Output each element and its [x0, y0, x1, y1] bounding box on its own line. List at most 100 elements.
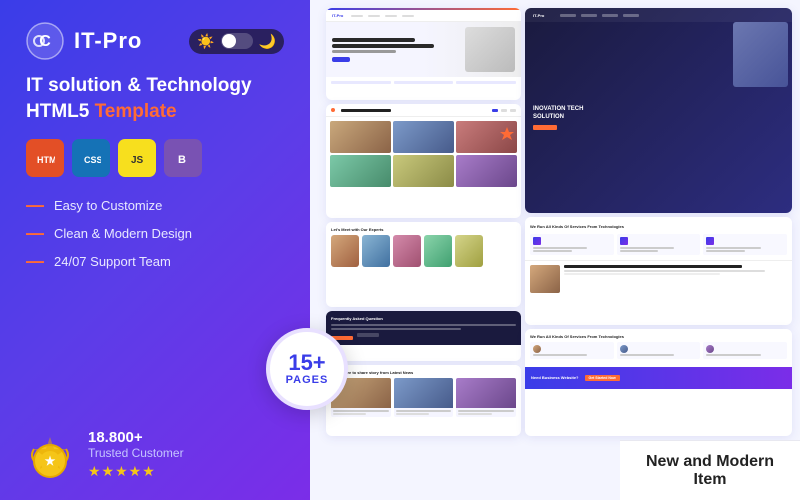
- svg-text:★: ★: [45, 454, 56, 468]
- bootstrap-badge: B: [164, 139, 202, 177]
- photos-grid: [326, 117, 521, 191]
- faq-section: Frequently Asked Question: [326, 311, 521, 345]
- headline-line2: HTML5 Template: [26, 101, 284, 123]
- previews-area: IT-Pro: [310, 0, 800, 440]
- service-sublabel-1: [533, 250, 572, 252]
- service-icon-1: [533, 237, 541, 245]
- section-title: [341, 109, 391, 112]
- service-icon-2: [620, 237, 628, 245]
- title-line: [332, 38, 415, 42]
- photo-4: [330, 155, 391, 187]
- dash-icon-2: —: [26, 223, 44, 244]
- tech-icons-row: HTML CSS JS B: [26, 139, 284, 177]
- bottom-bar: New and Modern Item: [620, 440, 800, 500]
- feature-1: — Easy to Customize: [26, 195, 284, 216]
- theme-toggle[interactable]: ☀️ 🌙: [189, 29, 284, 54]
- photo-1: [330, 121, 391, 153]
- team-photos: [331, 235, 516, 267]
- team-photo-1: [331, 235, 359, 267]
- service-item-a: [530, 342, 614, 359]
- customer-label: Trusted Customer: [88, 446, 184, 460]
- service-1: [530, 234, 614, 255]
- svg-text:CSS: CSS: [84, 155, 101, 165]
- service-label-2: [620, 247, 674, 249]
- service-item-c: [703, 342, 787, 359]
- mockup-faq-card: Frequently Asked Question: [326, 311, 521, 361]
- logo-icon: C: [26, 22, 64, 60]
- dark-hero-content: INOVATION TECHSOLUTION: [533, 105, 784, 131]
- mini-hero-text: [332, 38, 459, 62]
- stat-bar: [394, 81, 454, 84]
- need-website-btn: Get Started Now: [585, 375, 620, 381]
- faq-btn-2: [357, 333, 379, 337]
- team-header: Let's Meet with Our Experts: [331, 227, 516, 232]
- hero-image: [465, 27, 515, 72]
- features-list: — Easy to Customize — Clean & Modern Des…: [26, 195, 284, 279]
- service-sublabel-3: [706, 250, 745, 252]
- service-3: [703, 234, 787, 255]
- mini-nav-item: [368, 15, 380, 17]
- faq-lines: [331, 324, 516, 330]
- pages-circle: 15+ PAGES: [266, 328, 348, 410]
- customer-info: 18.800+ Trusted Customer ★★★★★: [88, 429, 184, 480]
- svg-text:HTML: HTML: [37, 155, 55, 165]
- preview-right-col: IT-Pro INOVATION TECHSOLUTION: [525, 8, 792, 436]
- mockup-dark-hero-card: IT-Pro INOVATION TECHSOLUTION: [525, 8, 792, 213]
- mini-top-nav: IT-Pro: [326, 10, 521, 22]
- logo-row: C IT-Pro ☀️ 🌙: [26, 22, 284, 60]
- dark-logo: IT-Pro: [533, 13, 544, 18]
- stat-bar: [456, 81, 516, 84]
- photo-2: [393, 121, 454, 153]
- service-label-1: [533, 247, 587, 249]
- photo-6: [456, 155, 517, 187]
- services-section: We Run All Kinds Of Services From Techno…: [525, 217, 792, 260]
- services-header-2: We Run All Kinds Of Services From Techno…: [530, 334, 787, 339]
- logo-text: IT-Pro: [74, 28, 142, 54]
- mini-nav-item: [385, 15, 397, 17]
- right-panel: IT-Pro: [310, 0, 800, 500]
- mini-hero: [326, 22, 521, 77]
- services-section-2: We Run All Kinds Of Services From Techno…: [525, 329, 792, 367]
- need-website-banner: Need Business Website? Get Started Now: [525, 367, 792, 389]
- accent-dot: [331, 108, 335, 112]
- js-badge: JS: [118, 139, 156, 177]
- news-text-3: [456, 408, 516, 417]
- avatar-mini-3: [706, 345, 714, 353]
- pages-label: PAGES: [286, 374, 329, 386]
- mockup-team-card: Let's Meet with Our Experts: [326, 222, 521, 307]
- toggle-thumb: [222, 34, 236, 48]
- services-grid-2: [530, 342, 787, 359]
- news-card-2: [394, 378, 454, 417]
- strategy-text: [564, 265, 787, 293]
- faq-buttons: [331, 333, 516, 340]
- headline-line1: IT solution & Technology: [26, 74, 284, 99]
- dark-nav-items: [560, 14, 639, 17]
- feature-2: — Clean & Modern Design: [26, 223, 284, 244]
- stat-bar: [331, 81, 391, 84]
- page-container: C IT-Pro ☀️ 🌙 IT solution & Technology H…: [0, 0, 800, 500]
- subtitle-line: [332, 50, 396, 53]
- html-badge: HTML: [26, 139, 64, 177]
- nav-dots: [492, 109, 516, 112]
- fastest-strategy: [525, 260, 792, 297]
- css-badge: CSS: [72, 139, 110, 177]
- medal-icon: ★: [26, 431, 74, 479]
- dash-icon-3: —: [26, 251, 44, 272]
- pages-number: 15+: [288, 352, 325, 374]
- mini-stats: [326, 77, 521, 88]
- svg-text:JS: JS: [131, 155, 144, 166]
- mini-cta-btn: [332, 57, 350, 62]
- new-item-label: New and Modern Item: [640, 453, 780, 489]
- customer-count: 18.800+: [88, 429, 184, 446]
- news-cards: [331, 378, 516, 417]
- team-photo-5: [455, 235, 483, 267]
- need-btn-text: Get Started Now: [589, 376, 616, 380]
- team-mini: Let's Meet with Our Experts: [326, 222, 521, 272]
- mockup-hero-card: IT-Pro: [326, 8, 521, 100]
- services-grid: [530, 234, 787, 255]
- photo-5: [393, 155, 454, 187]
- team-photo-2: [362, 235, 390, 267]
- mockup-news-card: We're here to share story from Latest Ne…: [326, 365, 521, 436]
- avatar-mini-2: [620, 345, 628, 353]
- title-line-2: [332, 44, 434, 48]
